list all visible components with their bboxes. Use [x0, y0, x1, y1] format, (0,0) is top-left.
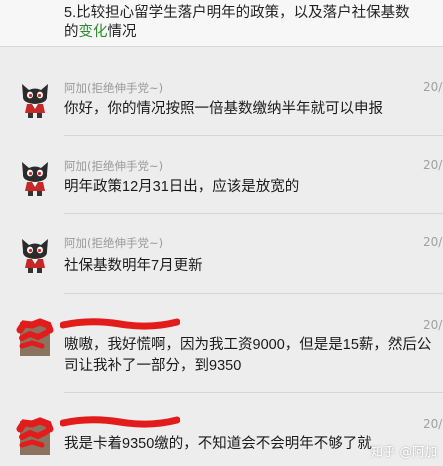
redacted-name: [60, 318, 180, 330]
previous-message-text: 5.比较担心留学生落户明年的政策，以及落户社保基数 的变化情况: [64, 4, 434, 42]
redacted-name: [60, 416, 180, 428]
message-text: 你好，你的情况按照一倍基数缴纳半年就可以申报: [64, 101, 383, 117]
message-date: 20/: [423, 235, 443, 249]
previous-message-line1: 5.比较担心留学生落户明年的政策，以及落户社保基数: [64, 5, 410, 21]
message-text: 社保基数明年7月更新: [64, 258, 203, 274]
highlighted-word: 变化: [78, 24, 108, 40]
redacted-avatar[interactable]: [14, 415, 56, 455]
redacted-avatar[interactable]: [14, 316, 56, 356]
watermark: 知乎 @阿加: [370, 444, 437, 459]
cat-avatar-icon[interactable]: [18, 235, 52, 275]
cat-avatar-icon[interactable]: [18, 80, 52, 120]
previous-message-line2: 的变化情况: [64, 24, 137, 40]
message-text: 嗷嗷，我好慌啊，因为我工资9000，但是是15薪，然后公司让我补了一部分，到93…: [64, 337, 432, 374]
sender-name[interactable]: 阿加(拒绝伸手党~): [64, 158, 163, 174]
message-text: 明年政策12月31日出，应该是放宽的: [64, 179, 300, 195]
message-date: 20/: [423, 318, 443, 332]
previous-message: 5.比较担心留学生落户明年的政策，以及落户社保基数 的变化情况: [0, 0, 443, 47]
cat-avatar-icon[interactable]: [18, 158, 52, 198]
divider: [64, 213, 443, 214]
sender-name[interactable]: 阿加(拒绝伸手党~): [64, 235, 163, 251]
sender-name[interactable]: 阿加(拒绝伸手党~): [64, 80, 163, 96]
divider: [64, 392, 443, 393]
message-date: 20/: [423, 417, 443, 431]
message-date: 20/: [423, 80, 443, 94]
message-date: 20/: [423, 158, 443, 172]
divider: [64, 293, 443, 294]
divider: [64, 135, 443, 136]
